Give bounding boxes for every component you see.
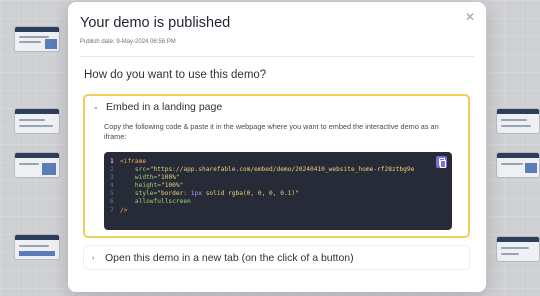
code-line: 4 height= "100%" <box>110 182 414 190</box>
code-tag: /> <box>120 206 128 214</box>
line-number: 7 <box>110 206 114 214</box>
code-line: 6 allowfullscreen <box>110 198 414 206</box>
code-number: 1px <box>190 190 202 198</box>
line-number: 4 <box>110 182 114 190</box>
code-value: "border: <box>157 190 191 198</box>
demo-thumbnail <box>14 234 60 260</box>
code-value: "100%" <box>157 174 180 182</box>
usage-question: How do you want to use this demo? <box>84 69 267 81</box>
embed-description: Copy the following code & paste it in th… <box>104 122 439 141</box>
newtab-section-header[interactable]: › Open this demo in a new tab (on the cl… <box>92 252 354 264</box>
copy-icon[interactable] <box>436 156 447 168</box>
line-number: 1 <box>110 158 114 165</box>
demo-thumbnail <box>14 152 60 178</box>
code-line: 2 src= "https://app.sharefable.com/embed/… <box>110 166 414 174</box>
demo-thumbnail <box>496 108 540 134</box>
code-tag: <iframe <box>120 158 147 165</box>
line-number: 6 <box>110 198 114 206</box>
code-attr: src= <box>134 166 150 174</box>
newtab-section-title: Open this demo in a new tab (on the clic… <box>105 252 354 264</box>
code-attr: width= <box>134 174 158 182</box>
code-value: "100%" <box>160 182 184 190</box>
code-value: solid rgba(0, 0, 0, 0.1)" <box>201 190 299 198</box>
divider <box>80 56 474 57</box>
demo-thumbnail <box>14 26 60 52</box>
code-attr: allowfullscreen <box>134 198 191 206</box>
modal-title: Your demo is published <box>80 15 231 31</box>
code-attr: height= <box>134 182 161 190</box>
close-icon[interactable]: ✕ <box>463 10 477 24</box>
chevron-down-icon: ⌄ <box>93 104 99 111</box>
code-line: 5 style= "border: 1px solid rgba(0, 0, 0,… <box>110 190 414 198</box>
code-value: "https://app.sharefable.com/embed/demo/2… <box>149 166 415 174</box>
chevron-right-icon: › <box>92 254 95 262</box>
publish-modal: Your demo is published ✕ Publish date: 9… <box>68 2 486 292</box>
embed-code-block[interactable]: 1 <iframe 2 src= "https://app.sharefable.c… <box>104 152 452 230</box>
demo-thumbnail <box>496 152 540 178</box>
demo-thumbnail <box>496 236 540 262</box>
bottom-fade <box>68 270 486 292</box>
line-number: 2 <box>110 166 114 174</box>
line-number: 3 <box>110 174 114 182</box>
line-number: 5 <box>110 190 114 198</box>
demo-thumbnail <box>14 108 60 134</box>
embed-section: ⌄ Embed in a landing page Copy the follo… <box>83 94 470 238</box>
newtab-section: › Open this demo in a new tab (on the cl… <box>83 245 470 270</box>
code-line: 7 /> <box>110 207 414 215</box>
embed-section-header[interactable]: ⌄ Embed in a landing page <box>93 101 222 113</box>
embed-section-title: Embed in a landing page <box>106 101 223 113</box>
code-line: 1 <iframe <box>110 158 414 166</box>
code-line: 3 width= "100%" <box>110 174 414 182</box>
code-attr: style= <box>134 190 158 198</box>
publish-date: Publish date: 9-May-2024 06:56 PM <box>80 39 176 45</box>
